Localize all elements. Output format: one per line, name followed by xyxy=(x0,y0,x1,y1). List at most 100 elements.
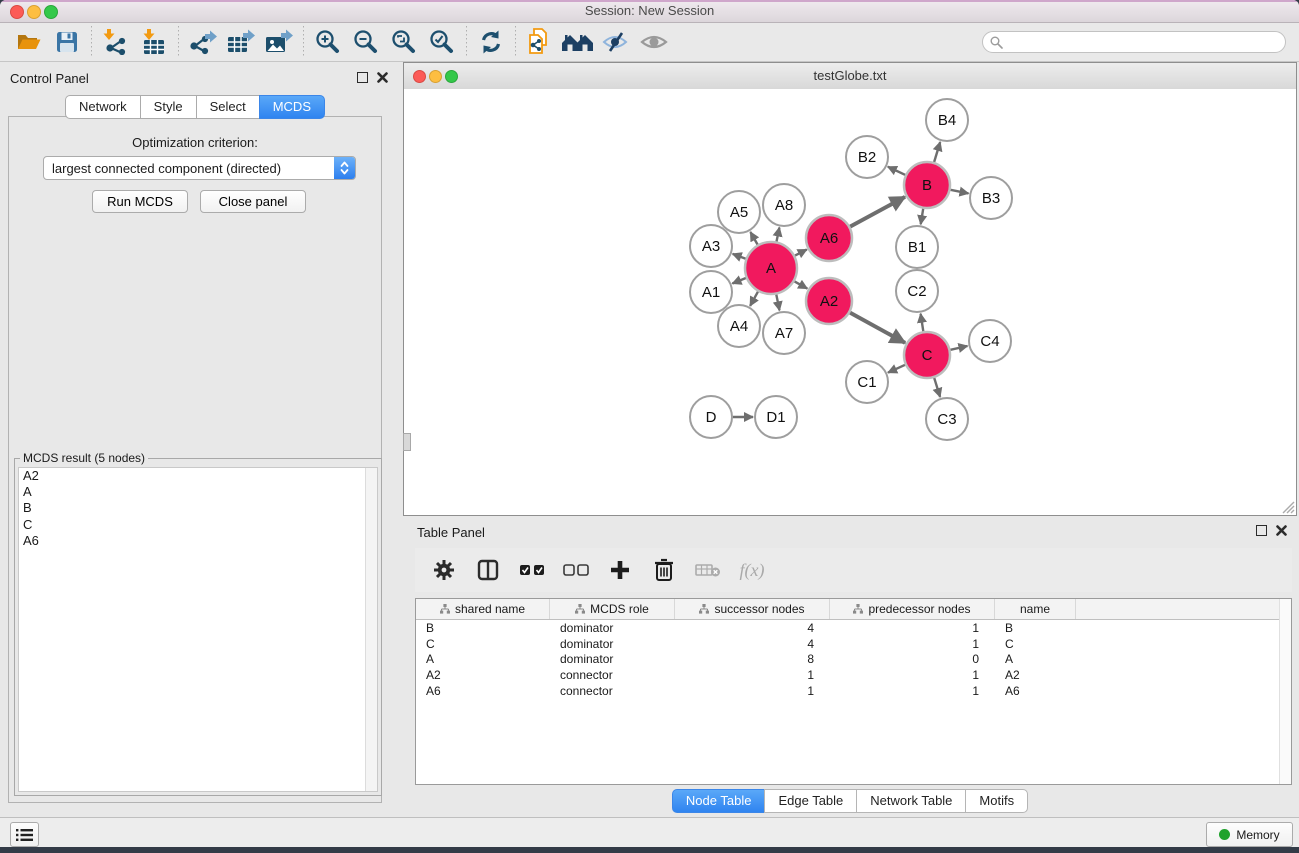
network-window-titlebar[interactable]: testGlobe.txt xyxy=(404,63,1296,90)
zoom-selected-button[interactable] xyxy=(423,26,461,58)
edge-A-A3[interactable] xyxy=(733,254,746,259)
table-settings-button[interactable] xyxy=(427,553,461,587)
result-item[interactable]: A2 xyxy=(19,468,377,484)
run-mcds-button[interactable]: Run MCDS xyxy=(92,190,188,213)
node-C3[interactable]: C3 xyxy=(926,398,968,440)
select-all-button[interactable] xyxy=(515,553,549,587)
delete-table-button[interactable] xyxy=(691,553,725,587)
edge-A-A2[interactable] xyxy=(795,281,808,288)
node-C1[interactable]: C1 xyxy=(846,361,888,403)
node-B4[interactable]: B4 xyxy=(926,99,968,141)
tab-edge-table[interactable]: Edge Table xyxy=(764,789,856,813)
search-input[interactable] xyxy=(982,31,1286,53)
node-A8[interactable]: A8 xyxy=(763,184,805,226)
table-row[interactable]: A6connector11A6 xyxy=(416,683,1291,699)
column-header-predecessor-nodes[interactable]: predecessor nodes xyxy=(830,599,995,619)
edge-B-B4[interactable] xyxy=(934,142,940,162)
edge-C-C1[interactable] xyxy=(888,365,905,373)
tab-motifs[interactable]: Motifs xyxy=(965,789,1028,813)
edge-A-A1[interactable] xyxy=(732,278,746,284)
edge-C-C2[interactable] xyxy=(921,314,924,332)
edge-C-C4[interactable] xyxy=(950,346,967,350)
result-item[interactable]: A xyxy=(19,484,377,500)
clone-network-button[interactable] xyxy=(521,26,559,58)
node-A3[interactable]: A3 xyxy=(690,225,732,267)
float-panel-icon[interactable] xyxy=(357,72,368,83)
column-header-shared-name[interactable]: shared name xyxy=(416,599,550,619)
add-row-button[interactable] xyxy=(603,553,637,587)
home-layout-button[interactable] xyxy=(559,26,597,58)
node-A4[interactable]: A4 xyxy=(718,305,760,347)
tab-mcds[interactable]: MCDS xyxy=(259,95,325,119)
node-A[interactable]: A xyxy=(745,242,797,294)
result-item[interactable]: C xyxy=(19,517,377,533)
show-all-button[interactable] xyxy=(635,26,673,58)
import-table-button[interactable] xyxy=(135,26,173,58)
edge-A2-C[interactable] xyxy=(850,313,905,343)
result-list-scrollbar[interactable] xyxy=(365,468,377,791)
result-item[interactable]: B xyxy=(19,500,377,516)
edge-B-B2[interactable] xyxy=(888,167,906,175)
node-D1[interactable]: D1 xyxy=(755,396,797,438)
zoom-in-button[interactable] xyxy=(309,26,347,58)
export-network-button[interactable] xyxy=(184,26,222,58)
optimization-criterion-dropdown[interactable]: largest connected component (directed) xyxy=(43,156,356,180)
hide-selected-button[interactable] xyxy=(597,26,635,58)
node-B3[interactable]: B3 xyxy=(970,177,1012,219)
tab-network[interactable]: Network xyxy=(65,95,140,119)
column-header-MCDS-role[interactable]: MCDS role xyxy=(550,599,675,619)
table-row[interactable]: Adominator80A xyxy=(416,652,1291,668)
node-B[interactable]: B xyxy=(904,162,950,208)
node-table[interactable]: shared nameMCDS rolesuccessor nodesprede… xyxy=(415,598,1292,785)
export-image-button[interactable] xyxy=(260,26,298,58)
node-A6[interactable]: A6 xyxy=(806,215,852,261)
edge-A-A4[interactable] xyxy=(750,292,758,306)
import-network-button[interactable] xyxy=(97,26,135,58)
node-A5[interactable]: A5 xyxy=(718,191,760,233)
edge-A-A7[interactable] xyxy=(776,295,779,311)
node-C[interactable]: C xyxy=(904,332,950,378)
refresh-button[interactable] xyxy=(472,26,510,58)
show-column-button[interactable] xyxy=(471,553,505,587)
node-A1[interactable]: A1 xyxy=(690,271,732,313)
column-header-successor-nodes[interactable]: successor nodes xyxy=(675,599,830,619)
zoom-out-button[interactable] xyxy=(347,26,385,58)
node-A7[interactable]: A7 xyxy=(763,312,805,354)
resize-grip-icon[interactable] xyxy=(1279,498,1295,514)
edge-B-B3[interactable] xyxy=(951,190,969,194)
table-scrollbar[interactable] xyxy=(1279,599,1291,784)
tab-style[interactable]: Style xyxy=(140,95,196,119)
split-handle[interactable] xyxy=(403,433,411,451)
network-graph[interactable]: AA6A2BCB4B2B3A5A8B1A3A1C2A4A7C4C1C3DD1 xyxy=(404,89,1296,516)
edge-A6-B[interactable] xyxy=(850,197,905,227)
node-B1[interactable]: B1 xyxy=(896,226,938,268)
save-session-button[interactable] xyxy=(48,26,86,58)
unselect-all-button[interactable] xyxy=(559,553,593,587)
node-B2[interactable]: B2 xyxy=(846,136,888,178)
delete-row-button[interactable] xyxy=(647,553,681,587)
close-panel-button[interactable]: Close panel xyxy=(200,190,306,213)
task-history-button[interactable] xyxy=(10,822,39,847)
close-panel-icon[interactable] xyxy=(377,72,388,83)
edge-C-C3[interactable] xyxy=(934,378,940,397)
node-D[interactable]: D xyxy=(690,396,732,438)
result-item[interactable]: A6 xyxy=(19,533,377,549)
node-C2[interactable]: C2 xyxy=(896,270,938,312)
float-panel-icon[interactable] xyxy=(1256,525,1267,536)
table-row[interactable]: Cdominator41C xyxy=(416,636,1291,652)
mcds-result-list[interactable]: A2ABCA6 xyxy=(18,467,378,792)
tab-network-table[interactable]: Network Table xyxy=(856,789,965,813)
edge-A-A5[interactable] xyxy=(750,232,757,245)
column-header-name[interactable]: name xyxy=(995,599,1076,619)
edge-A-A6[interactable] xyxy=(795,250,807,256)
table-row[interactable]: A2connector11A2 xyxy=(416,667,1291,683)
edge-B-B1[interactable] xyxy=(921,209,924,225)
tab-node-table[interactable]: Node Table xyxy=(672,789,765,813)
tab-select[interactable]: Select xyxy=(196,95,259,119)
open-file-button[interactable] xyxy=(10,26,48,58)
node-A2[interactable]: A2 xyxy=(806,278,852,324)
network-canvas[interactable]: AA6A2BCB4B2B3A5A8B1A3A1C2A4A7C4C1C3DD1 xyxy=(404,89,1296,515)
zoom-fit-button[interactable] xyxy=(385,26,423,58)
function-builder-button[interactable]: f(x) xyxy=(735,553,769,587)
close-panel-icon[interactable] xyxy=(1276,525,1287,536)
